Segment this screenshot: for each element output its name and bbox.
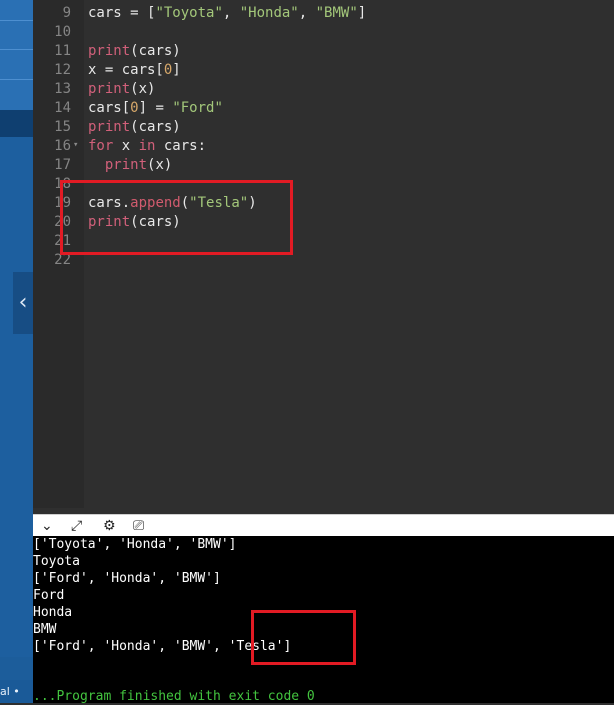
sidebar-active-item[interactable]	[0, 110, 33, 137]
line-number: 16	[54, 138, 71, 154]
line-number: 12	[54, 62, 71, 78]
fold-arrow-icon[interactable]: ▾	[73, 136, 78, 155]
code-text: for x in cars:	[88, 138, 207, 154]
expand-icon[interactable]: ⤢	[71, 517, 82, 535]
code-text: print(cars)	[88, 119, 181, 135]
sidebar-divider	[0, 20, 33, 21]
gear-icon[interactable]: ⚙	[103, 517, 116, 535]
code-line[interactable]: 13 print(x)	[33, 80, 614, 99]
sidebar-divider	[0, 49, 33, 50]
code-text: print(cars)	[88, 43, 181, 59]
code-line[interactable]: 14 cars[0] = "Ford"	[33, 99, 614, 118]
chevron-left-icon: ‹	[18, 290, 28, 315]
sidebar-body	[0, 137, 33, 657]
code-text: x = cars[0]	[88, 62, 181, 78]
code-text: cars[0] = "Ford"	[88, 100, 223, 116]
code-line[interactable]: 16 ▾ for x in cars:	[33, 137, 614, 156]
code-line[interactable]: 11 print(cars)	[33, 42, 614, 61]
line-number: 9	[62, 5, 71, 21]
code-text: cars = ["Toyota", "Honda", "BMW"]	[88, 5, 367, 21]
sidebar-bottom-label: al •	[0, 680, 33, 703]
output-highlight-box	[251, 610, 356, 665]
code-text: print(x)	[104, 157, 173, 173]
line-number: 17	[54, 157, 71, 173]
code-line[interactable]: 10	[33, 23, 614, 42]
code-line[interactable]: 17 print(x)	[33, 156, 614, 175]
code-line[interactable]: 9 cars = ["Toyota", "Honda", "BMW"]	[33, 4, 614, 23]
line-number: 10	[54, 24, 71, 40]
code-line[interactable]: 15 print(cars)	[33, 118, 614, 137]
console-line: Toyota	[33, 554, 80, 569]
console-toolbar: ⌄ ⤢ ⚙ ⎚	[33, 514, 614, 537]
console-line: Ford	[33, 588, 65, 603]
console-line: ['Ford', 'Honda', 'BMW']	[33, 571, 221, 586]
code-highlight-box	[60, 180, 293, 255]
chevron-down-icon[interactable]: ⌄	[41, 517, 53, 535]
line-number: 13	[54, 81, 71, 97]
line-number: 15	[54, 119, 71, 135]
clear-console-icon[interactable]: ⎚	[133, 517, 144, 535]
code-text: print(x)	[88, 81, 156, 97]
collapse-sidebar-button[interactable]: ‹	[13, 272, 33, 334]
line-number: 14	[54, 100, 71, 116]
line-number: 11	[54, 43, 71, 59]
sidebar-menu-area[interactable]	[0, 0, 33, 110]
left-sidebar: ‹ al •	[0, 0, 33, 703]
code-line[interactable]: 12 x = cars[0]	[33, 61, 614, 80]
console-line: Honda	[33, 605, 73, 620]
console-line: BMW	[33, 622, 57, 637]
sidebar-divider	[0, 79, 33, 80]
program-finished-message: ...Program finished with exit code 0	[33, 689, 315, 704]
console-line: ['Toyota', 'Honda', 'BMW']	[33, 537, 237, 552]
